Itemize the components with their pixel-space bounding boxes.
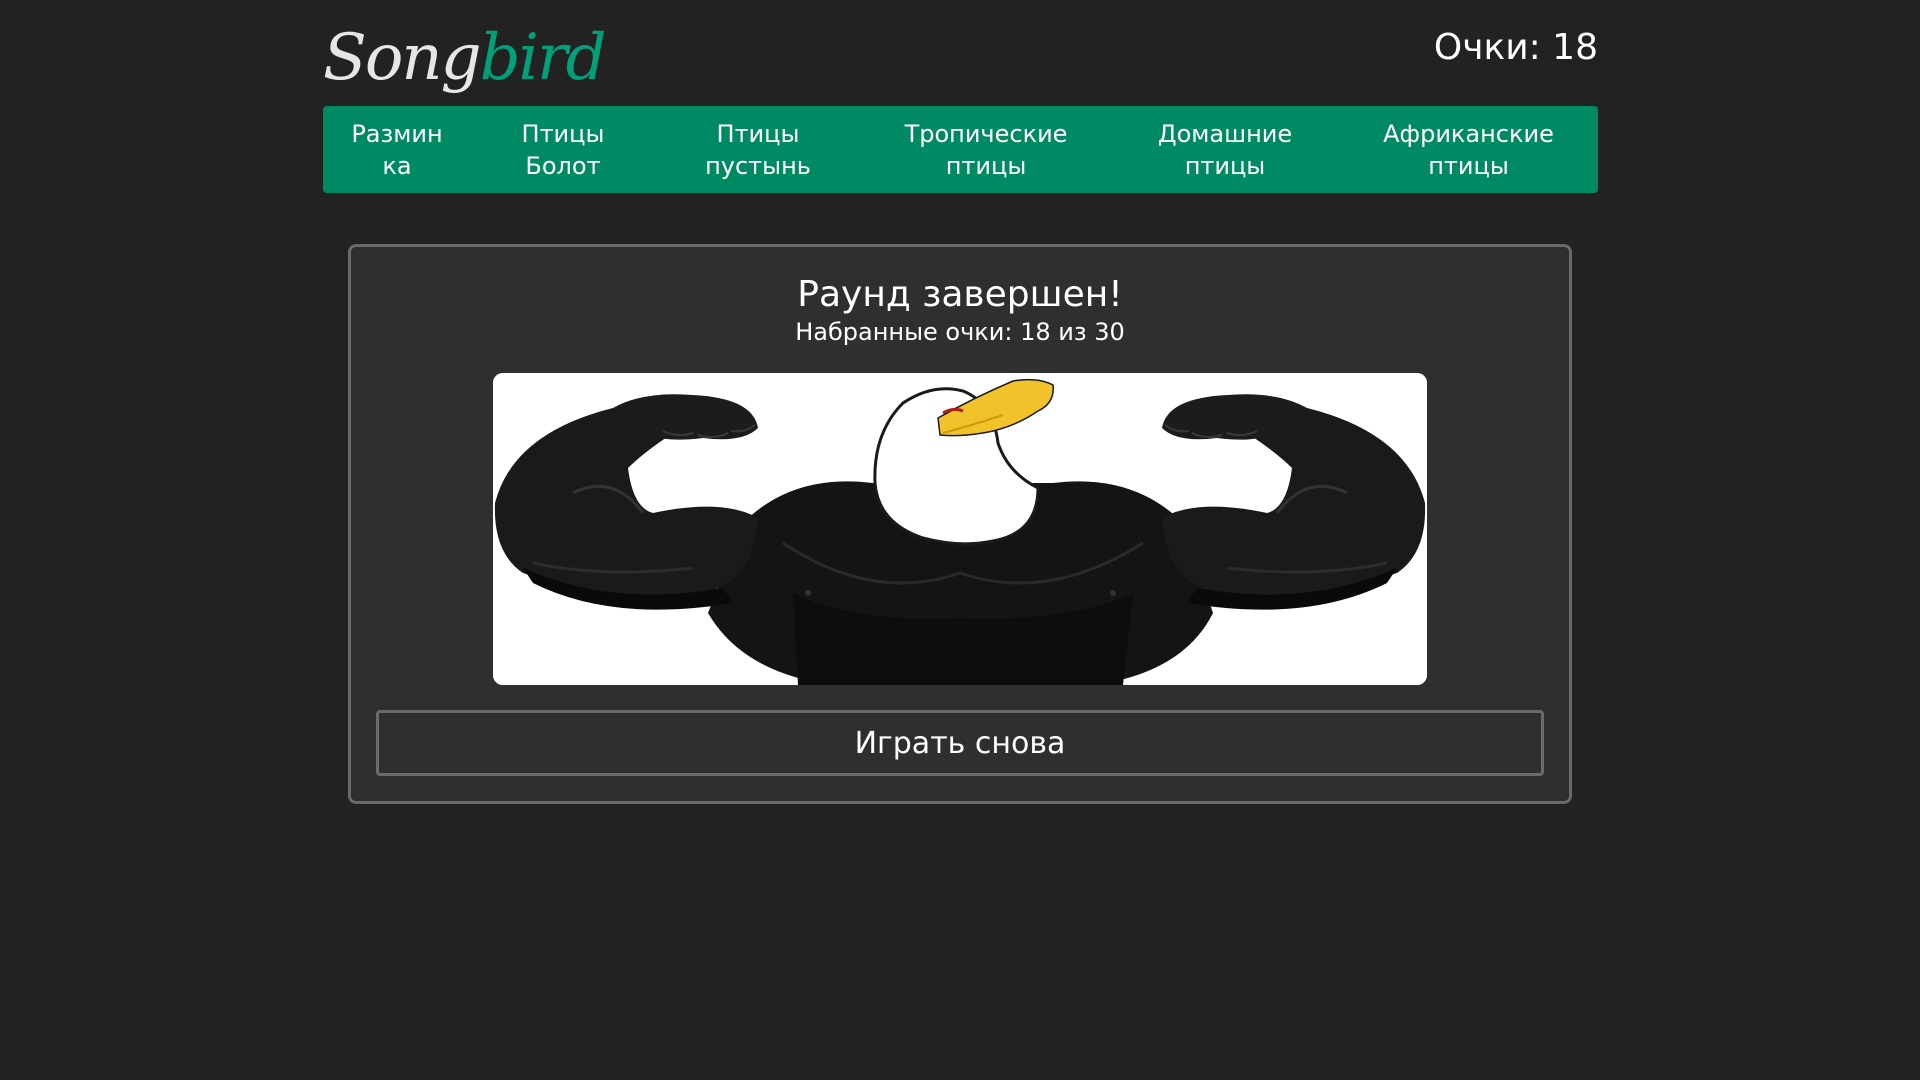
nav-item-label-line2: Болот	[525, 151, 601, 180]
nav-item-label: Африканские птицы	[1383, 118, 1554, 182]
nav-item-label-line1: Размин	[351, 119, 443, 148]
nav-item-swamp-birds[interactable]: Птицы Болот	[471, 106, 655, 193]
nav-item-african-birds[interactable]: Африканские птицы	[1339, 106, 1598, 193]
category-nav: Размин ка Птицы Болот Птицы пустынь Троп…	[323, 106, 1598, 193]
nav-item-label-line1: Африканские	[1383, 119, 1554, 148]
nav-item-label-line1: Тропические	[904, 119, 1068, 148]
header: Songbird Очки: 18	[323, 18, 1598, 98]
logo-text-bird: bird	[479, 21, 607, 95]
nav-item-warmup[interactable]: Размин ка	[323, 106, 471, 193]
result-title: Раунд завершен!	[797, 274, 1123, 315]
nav-item-label-line2: птицы	[945, 151, 1027, 180]
songbird-logo[interactable]: Songbird	[323, 18, 607, 98]
nav-item-label: Тропические птицы	[905, 118, 1068, 182]
nav-item-label-line1: Домашние	[1157, 119, 1293, 148]
nav-item-domestic-birds[interactable]: Домашние птицы	[1111, 106, 1339, 193]
nav-item-label-line2: птицы	[1184, 151, 1266, 180]
nav-item-label-line1: Птицы	[521, 119, 605, 148]
nav-item-label-line1: Птицы	[716, 119, 800, 148]
logo-text-song: Song	[323, 21, 482, 95]
muscular-eagle-image	[493, 373, 1427, 685]
nav-item-label-line2: ка	[382, 151, 412, 180]
nav-item-label: Домашние птицы	[1158, 118, 1292, 182]
play-again-button[interactable]: Играть снова	[376, 710, 1544, 776]
nav-item-label: Птицы пустынь	[705, 118, 811, 182]
score-display: Очки: 18	[1433, 27, 1598, 68]
nav-item-label: Размин ка	[351, 118, 442, 182]
eagle-illustration	[493, 373, 1427, 685]
nav-item-desert-birds[interactable]: Птицы пустынь	[655, 106, 861, 193]
nav-item-tropical-birds[interactable]: Тропические птицы	[861, 106, 1111, 193]
result-score-text: Набранные очки: 18 из 30	[795, 318, 1125, 346]
result-card: Раунд завершен! Набранные очки: 18 из 30	[348, 244, 1572, 804]
nav-item-label-line2: пустынь	[705, 151, 811, 180]
page: Songbird Очки: 18 Размин ка Птицы Болот …	[0, 0, 1920, 1080]
nav-item-label: Птицы Болот	[522, 118, 605, 182]
nav-item-label-line2: птицы	[1428, 151, 1509, 180]
